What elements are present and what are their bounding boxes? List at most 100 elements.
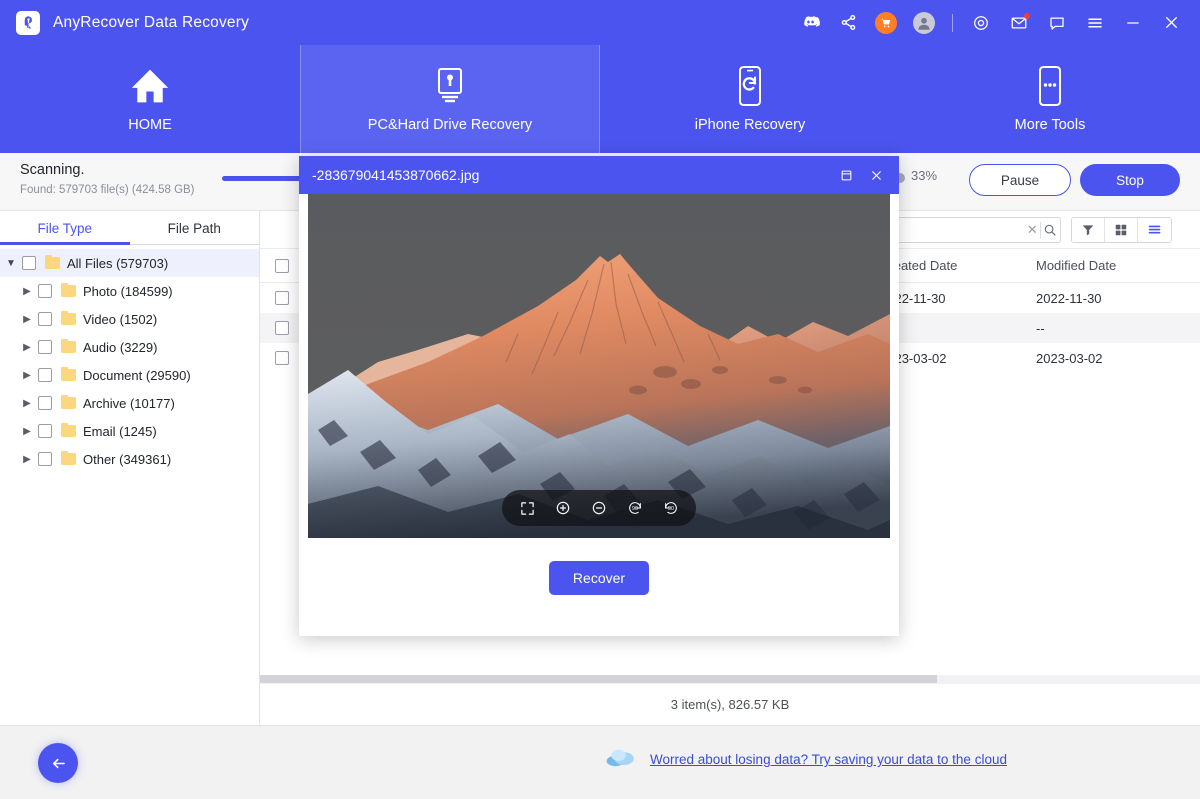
zoom-in-icon[interactable] xyxy=(552,497,574,519)
home-icon xyxy=(128,65,172,107)
app-window: AnyRecover Data Recovery xyxy=(0,0,1200,799)
modal-controls xyxy=(831,156,891,194)
tree-checkbox[interactable] xyxy=(38,424,52,438)
close-icon[interactable] xyxy=(861,156,891,194)
maximize-icon[interactable] xyxy=(831,156,861,194)
modal-title-bar[interactable]: -283679041453870662.jpg xyxy=(299,156,899,194)
tree-item-email[interactable]: ▶ Email (1245) xyxy=(0,417,259,445)
tree-item-photo[interactable]: ▶ Photo (184599) xyxy=(0,277,259,305)
modal-recover-button[interactable]: Recover xyxy=(549,561,649,595)
column-modified-date[interactable]: Modified Date xyxy=(1036,258,1196,273)
stop-button[interactable]: Stop xyxy=(1080,164,1180,196)
horizontal-scrollbar-thumb[interactable] xyxy=(260,675,937,683)
discord-icon[interactable] xyxy=(791,4,829,42)
nav-item-iphone-recovery[interactable]: iPhone Recovery xyxy=(600,45,900,153)
nav-item-more-tools[interactable]: More Tools xyxy=(900,45,1200,153)
tree-checkbox[interactable] xyxy=(38,312,52,326)
horizontal-scrollbar[interactable] xyxy=(260,675,1200,683)
tree-item-all-files[interactable]: ▼ All Files (579703) xyxy=(0,249,259,277)
tree-item-audio[interactable]: ▶ Audio (3229) xyxy=(0,333,259,361)
tab-file-path[interactable]: File Path xyxy=(130,211,260,245)
tree-checkbox[interactable] xyxy=(22,256,36,270)
tree-checkbox[interactable] xyxy=(38,396,52,410)
tree-checkbox[interactable] xyxy=(38,452,52,466)
tree-item-video[interactable]: ▶ Video (1502) xyxy=(0,305,259,333)
cell-created-date: 2022-11-30 xyxy=(880,291,1036,306)
fullscreen-icon[interactable] xyxy=(516,497,538,519)
filter-icon[interactable] xyxy=(1072,218,1105,242)
nav-item-home[interactable]: HOME xyxy=(0,45,300,153)
cell-created-date: -- xyxy=(880,321,1036,336)
title-bar-actions xyxy=(791,0,1190,45)
cloud-promo-link[interactable]: Worred about losing data? Try saving you… xyxy=(650,752,1007,767)
chevron-right-icon[interactable]: ▶ xyxy=(16,286,38,297)
scan-progress-percent: 33% xyxy=(911,168,937,183)
chevron-right-icon[interactable]: ▶ xyxy=(16,454,38,465)
bottom-bar: Worred about losing data? Try saving you… xyxy=(0,725,1200,799)
app-logo-icon xyxy=(16,11,40,35)
row-checkbox-cell xyxy=(260,321,304,335)
image-preview-modal: -283679041453870662.jpg xyxy=(299,156,899,636)
folder-icon xyxy=(61,341,76,353)
tab-file-type[interactable]: File Type xyxy=(0,211,130,245)
preview-image-stage: 90 90 xyxy=(308,194,890,538)
row-checkbox[interactable] xyxy=(275,321,289,335)
row-checkbox-cell xyxy=(260,291,304,305)
tab-inactive-underline xyxy=(130,244,260,245)
chevron-right-icon[interactable]: ▶ xyxy=(16,314,38,325)
scan-found-text: Found: 579703 file(s) (424.58 GB) xyxy=(20,184,195,196)
chevron-right-icon[interactable]: ▶ xyxy=(16,398,38,409)
chevron-right-icon[interactable]: ▶ xyxy=(16,370,38,381)
chevron-right-icon[interactable]: ▶ xyxy=(16,342,38,353)
main-nav: HOME PC&Hard Drive Recovery xyxy=(0,45,1200,153)
nav-item-pc-hard-drive-recovery[interactable]: PC&Hard Drive Recovery xyxy=(300,45,600,153)
back-button[interactable] xyxy=(38,743,78,783)
folder-icon xyxy=(61,453,76,465)
grid-view-icon[interactable] xyxy=(1105,218,1138,242)
sidebar: File Type File Path ▼ All Files (579703)… xyxy=(0,211,260,725)
folder-icon xyxy=(61,397,76,409)
chevron-down-icon[interactable]: ▼ xyxy=(0,258,22,269)
rotate-right-90-icon[interactable]: 90 xyxy=(660,497,682,519)
folder-icon xyxy=(61,369,76,381)
close-icon[interactable] xyxy=(1152,4,1190,42)
select-all-checkbox[interactable] xyxy=(275,259,289,273)
row-checkbox[interactable] xyxy=(275,291,289,305)
tree-item-label: Archive (10177) xyxy=(83,396,175,411)
tree-item-label: Document (29590) xyxy=(83,368,191,383)
tree-item-archive[interactable]: ▶ Archive (10177) xyxy=(0,389,259,417)
menu-icon[interactable] xyxy=(1076,4,1114,42)
zoom-out-icon[interactable] xyxy=(588,497,610,519)
feedback-chat-icon[interactable] xyxy=(1038,4,1076,42)
tree-item-label: Video (1502) xyxy=(83,312,157,327)
target-icon[interactable] xyxy=(962,4,1000,42)
clear-search-icon[interactable]: ✕ xyxy=(1024,222,1040,238)
tree-item-document[interactable]: ▶ Document (29590) xyxy=(0,361,259,389)
svg-text:90: 90 xyxy=(668,506,674,512)
tree-item-other[interactable]: ▶ Other (349361) xyxy=(0,445,259,473)
nav-label: More Tools xyxy=(1015,117,1086,133)
tree-checkbox[interactable] xyxy=(38,368,52,382)
chevron-right-icon[interactable]: ▶ xyxy=(16,426,38,437)
tree-checkbox[interactable] xyxy=(38,340,52,354)
cell-modified-date: 2023-03-02 xyxy=(1036,351,1196,366)
more-tools-icon xyxy=(1036,65,1064,107)
list-view-icon[interactable] xyxy=(1138,218,1171,242)
minimize-icon[interactable] xyxy=(1114,4,1152,42)
cart-icon[interactable] xyxy=(867,4,905,42)
account-avatar-icon[interactable] xyxy=(905,4,943,42)
column-created-date[interactable]: Created Date xyxy=(880,258,1036,273)
mail-icon[interactable] xyxy=(1000,4,1038,42)
mail-notification-dot xyxy=(1024,13,1030,19)
iphone-refresh-icon xyxy=(736,65,764,107)
tree-item-label: Other (349361) xyxy=(83,452,171,467)
svg-text:90: 90 xyxy=(632,506,638,512)
row-checkbox[interactable] xyxy=(275,351,289,365)
rotate-left-90-icon[interactable]: 90 xyxy=(624,497,646,519)
tab-active-underline xyxy=(0,242,130,245)
tree-checkbox[interactable] xyxy=(38,284,52,298)
cell-modified-date: 2022-11-30 xyxy=(1036,291,1196,306)
share-icon[interactable] xyxy=(829,4,867,42)
search-icon[interactable] xyxy=(1041,223,1060,237)
pause-button[interactable]: Pause xyxy=(969,164,1071,196)
